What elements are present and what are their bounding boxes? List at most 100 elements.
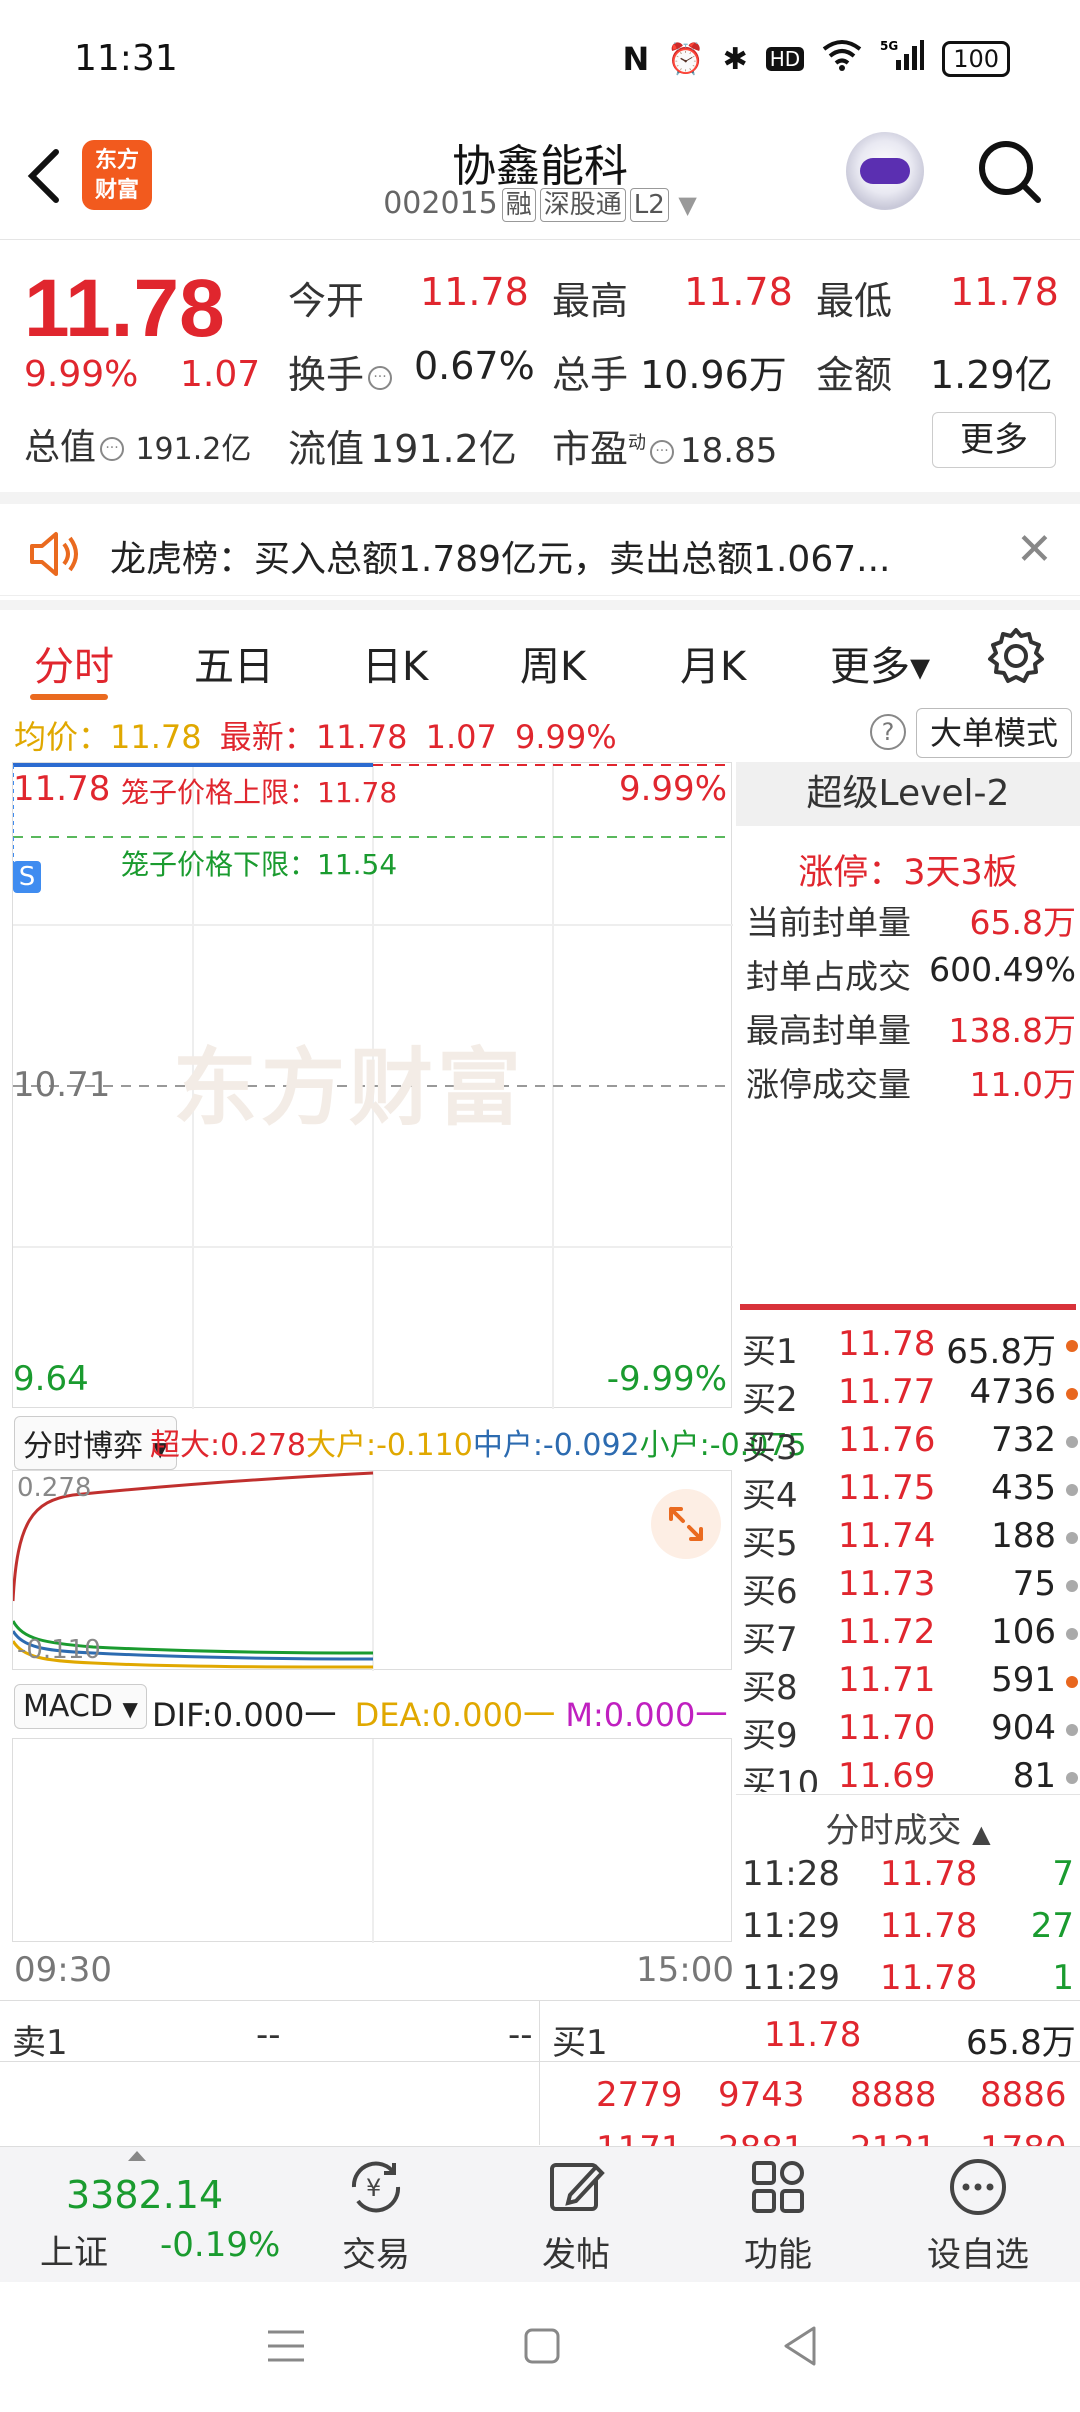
expand-icon[interactable]: [651, 1489, 721, 1559]
amount-value: 1.29亿: [930, 353, 1053, 397]
order-book-strip: 卖1 -- -- 买1 11.78 65.8万 2779 9743 8888 8…: [0, 2000, 1080, 2169]
home-icon[interactable]: [522, 2326, 562, 2366]
amount-label: 金额: [816, 353, 893, 397]
current-price: 11.78: [24, 263, 225, 354]
bid-price: 11.71: [838, 1660, 936, 1700]
status-bar: 11:31 N ⏰ ✱ HD 5G 100: [0, 0, 1080, 120]
bid-level: 买9: [742, 1716, 798, 1756]
big-order-mode-button[interactable]: 大单模式: [916, 708, 1072, 758]
bid-price: 11.75: [838, 1468, 936, 1508]
alarm-icon: ⏰: [667, 41, 705, 77]
dragon-tiger-notice[interactable]: 龙虎榜：买入总额1.789亿元，卖出总额1.067... ✕: [0, 492, 1080, 596]
bid-dot-icon: [1066, 1724, 1078, 1736]
index-value: 3382.14: [66, 2173, 224, 2217]
gear-icon[interactable]: [986, 626, 1046, 686]
battery-icon: 100: [942, 41, 1010, 77]
chart-tabs: 分时 五日 日K 周K 月K 更多▾: [0, 600, 1080, 700]
bid-level: 买1: [742, 1332, 798, 1372]
bid-price: 11.70: [838, 1708, 936, 1748]
macd-chart[interactable]: [12, 1738, 732, 1943]
open-label: 今开: [288, 279, 365, 323]
grid-icon: [752, 2161, 804, 2213]
bid-level: 买10: [742, 1764, 820, 1792]
tab-five-day[interactable]: 五日: [194, 634, 274, 692]
menu-icon[interactable]: [264, 2326, 308, 2366]
bid-price: 11.77: [838, 1372, 936, 1412]
bid-row: 买7 11.72 106: [742, 1612, 1078, 1660]
bid-row: 买5 11.74 188: [742, 1516, 1078, 1564]
bid-row: 买9 11.70 904: [742, 1708, 1078, 1756]
bid-level: 买3: [742, 1428, 798, 1468]
tab-intraday[interactable]: 分时: [34, 634, 114, 692]
nav-trade[interactable]: ¥ 交易: [306, 2155, 446, 2276]
s-marker-badge[interactable]: S: [13, 861, 41, 893]
open-value: 11.78: [420, 270, 529, 314]
macd-grid: [372, 1739, 374, 1943]
bid-dot-icon: [1066, 1772, 1078, 1784]
legend-medium: 中户:-0.092: [472, 1428, 640, 1463]
tab-monthly-k[interactable]: 月K: [680, 634, 746, 692]
bid-volume: 81: [1012, 1756, 1056, 1792]
tab-weekly-k[interactable]: 周K: [520, 634, 586, 692]
low-label: 最低: [816, 279, 893, 323]
caret-up-icon: ▲: [972, 1820, 991, 1848]
bid-price: 11.72: [838, 1612, 936, 1652]
bid-list: 买1 11.78 65.8万 买2 11.77 4736 买3 11.76 732 买4 11.75…: [736, 762, 1080, 1792]
avg-price-info: 均价：11.78 最新：11.78 1.07 9.99%: [14, 718, 617, 756]
bid-price: 11.73: [838, 1564, 936, 1604]
nav-add-watchlist[interactable]: 设自选: [908, 2155, 1048, 2276]
bid-volume: 65.8万: [946, 1332, 1056, 1372]
intraday-chart[interactable]: 东方财富 11.78 9.99% 笼子价格上限：11.78 笼子价格下限：11.…: [12, 762, 733, 1409]
bid-dot-icon: [1066, 1340, 1078, 1352]
turnover-label[interactable]: 换手 ···: [288, 344, 393, 399]
nav-functions[interactable]: 功能: [708, 2155, 848, 2276]
tab-daily-k[interactable]: 日K: [362, 634, 428, 692]
bid-volume: 188: [991, 1516, 1056, 1556]
bottom-nav: 3382.14 上证 -0.19% ¥ 交易 发帖 功能 设自选: [0, 2146, 1080, 2282]
bottom-percent-label: -9.99%: [606, 1359, 727, 1399]
assistant-robot-icon[interactable]: [846, 132, 924, 210]
sell-side: 卖1 -- --: [0, 2001, 540, 2145]
index-ticker[interactable]: 3382.14 上证 -0.19%: [0, 2147, 290, 2283]
pe-ratio[interactable]: 市盈动 ··· 18.85: [552, 418, 777, 473]
hd-icon: HD: [765, 47, 805, 71]
low-value: 11.78: [950, 270, 1059, 314]
capital-flow-header: 分时博弈 ▼ 超大:0.278大户:-0.110中户:-0.092小户:-0.0…: [12, 1408, 806, 1470]
back-nav-icon[interactable]: [780, 2324, 820, 2368]
indicator-dropdown[interactable]: MACD ▼: [14, 1684, 147, 1729]
tab-more[interactable]: 更多▾: [830, 634, 930, 692]
bid-level: 买2: [742, 1380, 798, 1420]
post-icon: [550, 2163, 605, 2211]
bid-volume: 75: [1012, 1564, 1056, 1604]
bid-dot-icon: [1066, 1484, 1078, 1496]
quote-panel: 11.78 9.99% 1.07 今开 11.78 最高 11.78 最低 11…: [0, 242, 1080, 492]
total-cap[interactable]: 总值 ··· 191.2亿: [24, 418, 251, 470]
status-icons: N ⏰ ✱ HD 5G 100: [622, 38, 1010, 80]
nav-post[interactable]: 发帖: [506, 2155, 646, 2276]
high-value: 11.78: [684, 270, 793, 314]
tick-time: 11:28: [742, 1854, 840, 1894]
tick-price: 11.78: [880, 1854, 978, 1894]
bid-row: 买1 11.78 65.8万: [742, 1324, 1078, 1372]
close-icon[interactable]: ✕: [1016, 524, 1053, 575]
bid-price: 11.69: [838, 1756, 936, 1792]
search-icon[interactable]: [976, 138, 1042, 204]
help-icon[interactable]: ?: [870, 714, 906, 750]
tick-trades-title[interactable]: 分时成交 ▲: [736, 1794, 1080, 1852]
bid-volume: 904: [991, 1708, 1056, 1748]
trade-icon: ¥: [351, 2161, 401, 2213]
capital-flow-chart[interactable]: 0.278 -0.110: [12, 1470, 732, 1671]
bid-dot-icon: [1066, 1628, 1078, 1640]
change-amount: 1.07: [180, 354, 261, 395]
cap-upper-label: 笼子价格上限：11.78: [121, 776, 398, 809]
bid-level: 买4: [742, 1476, 798, 1516]
bid-volume: 591: [991, 1660, 1056, 1700]
stock-code: 002015: [383, 186, 498, 221]
bid-price: 11.76: [838, 1420, 936, 1460]
tag-margin: 融: [501, 188, 536, 222]
more-button[interactable]: 更多: [932, 412, 1056, 468]
bid-dot-icon: [1066, 1388, 1078, 1400]
volume-label: 总手: [552, 353, 629, 397]
tick-volume: 1: [1052, 1958, 1074, 1998]
tick-volume: 27: [1030, 1906, 1074, 1946]
